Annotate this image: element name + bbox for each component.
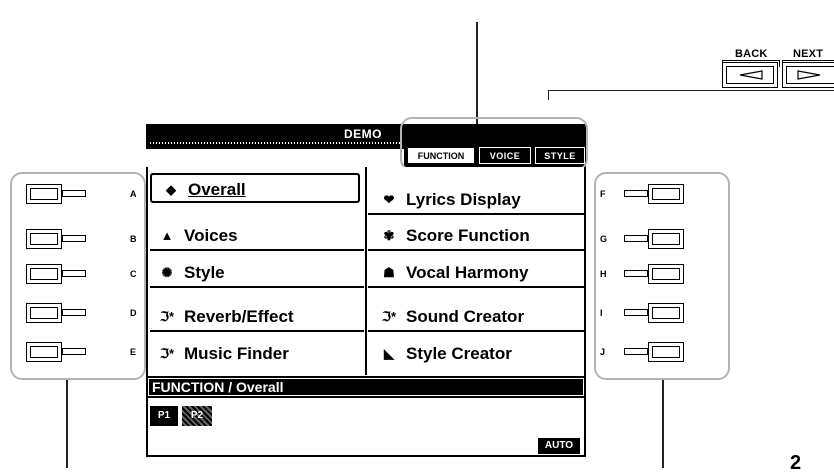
callout-line-right xyxy=(662,380,664,468)
button-i-letter: I xyxy=(600,308,603,318)
page-tab-p1[interactable]: P1 xyxy=(150,406,178,426)
menu-item-style-creator[interactable]: ◣ Style Creator xyxy=(368,339,584,369)
menu-item-music-finder[interactable]: ℑ* Music Finder xyxy=(150,339,364,369)
menu-item-label: Sound Creator xyxy=(406,307,525,326)
back-label: BACK xyxy=(735,48,768,60)
button-d[interactable]: D xyxy=(26,303,146,325)
next-button[interactable] xyxy=(782,62,834,88)
arrow-left-icon xyxy=(739,70,763,80)
panel-icon: ◆ xyxy=(166,182,176,197)
button-h-letter: H xyxy=(600,269,607,279)
lyrics-icon: ❤ xyxy=(383,192,395,207)
button-g[interactable]: G xyxy=(600,229,712,251)
callout-line-top xyxy=(476,22,478,126)
button-a-letter: A xyxy=(130,189,137,199)
callout-line-left xyxy=(66,380,68,468)
button-e[interactable]: E xyxy=(26,342,146,364)
button-e-letter: E xyxy=(130,347,137,357)
status-bar: FUNCTION / Overall xyxy=(146,376,586,398)
callout-tick-nav xyxy=(548,90,549,100)
button-h[interactable]: H xyxy=(600,264,712,286)
button-a[interactable]: A xyxy=(26,184,146,206)
column-divider xyxy=(365,167,367,375)
cat-icon: ✺ xyxy=(161,265,173,280)
tabs-highlight xyxy=(400,117,588,171)
menu-item-label: Vocal Harmony xyxy=(406,263,529,282)
menu-item-label: Reverb/Effect xyxy=(184,307,294,326)
callout-line-nav xyxy=(548,90,834,91)
menu-item-label: Voices xyxy=(184,226,238,245)
button-j[interactable]: J xyxy=(600,342,712,364)
screen-title: DEMO xyxy=(344,127,382,141)
menu-item-lyrics-display[interactable]: ❤ Lyrics Display xyxy=(368,185,584,215)
menu-item-reverb-effect[interactable]: ℑ* Reverb/Effect xyxy=(150,302,364,332)
menu-item-label: Overall xyxy=(188,180,246,199)
style-creator-icon: ◣ xyxy=(384,346,394,361)
status-text: FUNCTION / Overall xyxy=(152,379,284,395)
mountain-icon: ▲ xyxy=(160,228,174,243)
arrow-right-icon xyxy=(797,70,821,80)
menu-item-label: Music Finder xyxy=(184,344,289,363)
button-g-letter: G xyxy=(600,234,608,244)
header-dotted-rule xyxy=(150,142,400,144)
button-j-letter: J xyxy=(600,347,606,357)
page-tab-p2[interactable]: P2 xyxy=(182,406,212,426)
button-i[interactable]: I xyxy=(600,303,712,325)
next-label: NEXT xyxy=(793,48,824,60)
menu-item-label: Score Function xyxy=(406,226,530,245)
menu-item-overall[interactable]: ◆ Overall xyxy=(150,173,360,203)
reverb-icon: ℑ* xyxy=(159,309,175,324)
button-d-letter: D xyxy=(130,308,137,318)
button-f[interactable]: F xyxy=(600,184,712,206)
back-button[interactable] xyxy=(722,62,778,88)
button-c[interactable]: C xyxy=(26,264,146,286)
button-b[interactable]: B xyxy=(26,229,146,251)
score-icon: ✾ xyxy=(383,228,395,243)
auto-badge: AUTO xyxy=(538,438,580,454)
menu-item-vocal-harmony[interactable]: ☗ Vocal Harmony xyxy=(368,258,584,288)
menu-item-style[interactable]: ✺ Style xyxy=(150,258,364,288)
button-c-letter: C xyxy=(130,269,137,279)
menu-item-voices[interactable]: ▲ Voices xyxy=(150,221,364,251)
harmony-icon: ☗ xyxy=(383,265,395,280)
button-f-letter: F xyxy=(600,189,606,199)
menu-item-sound-creator[interactable]: ℑ* Sound Creator xyxy=(368,302,584,332)
menu-item-label: Style Creator xyxy=(406,344,512,363)
music-finder-icon: ℑ* xyxy=(159,346,175,361)
menu-item-label: Style xyxy=(184,263,225,282)
menu-item-label: Lyrics Display xyxy=(406,190,521,209)
page-number: 2 xyxy=(790,452,802,474)
button-b-letter: B xyxy=(130,234,137,244)
sound-creator-icon: ℑ* xyxy=(381,309,397,324)
menu-item-score-function[interactable]: ✾ Score Function xyxy=(368,221,584,251)
